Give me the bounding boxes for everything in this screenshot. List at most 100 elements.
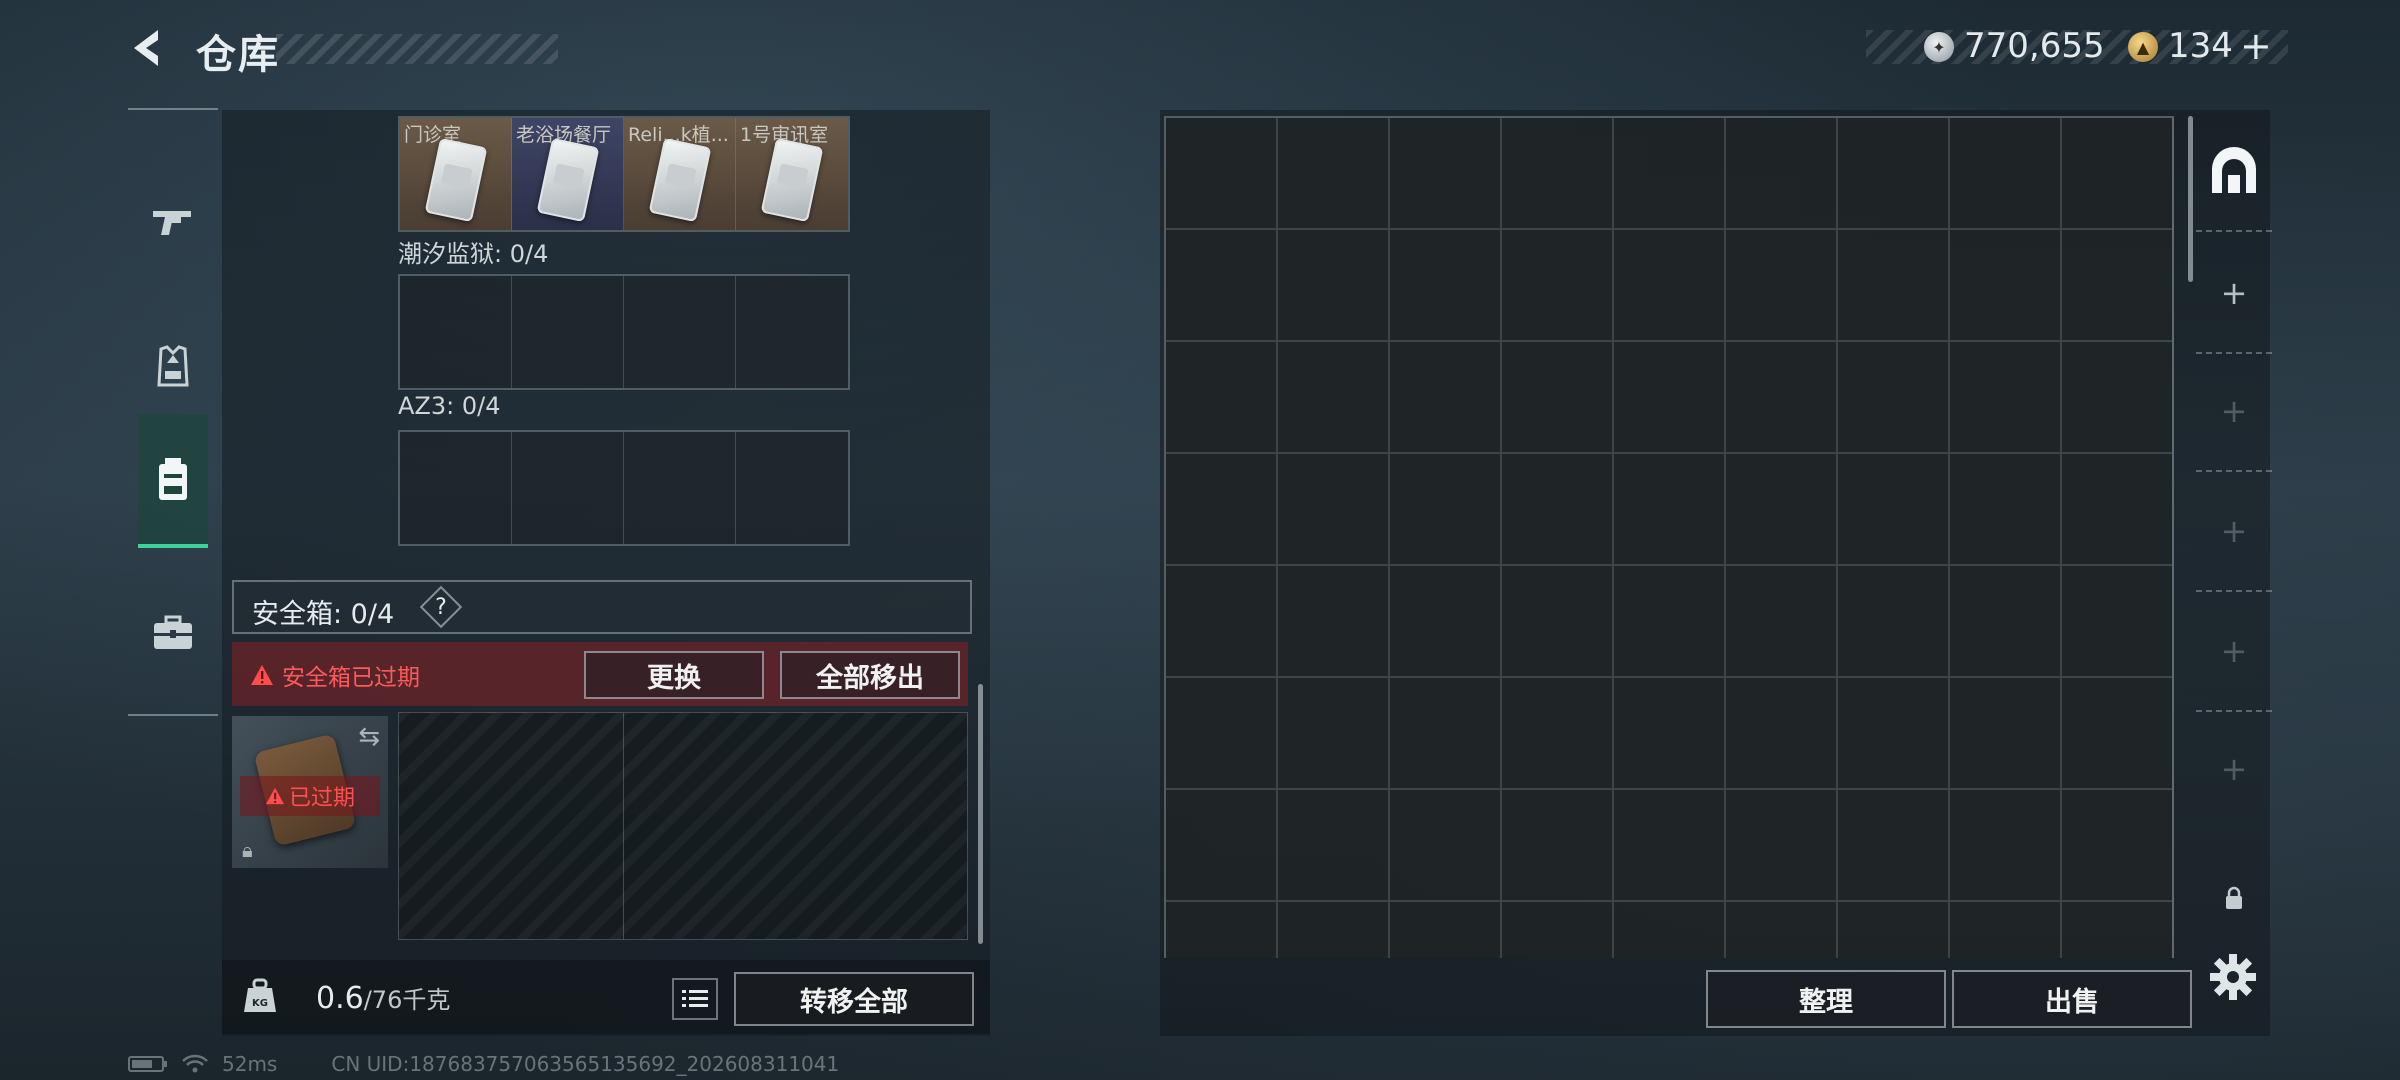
safe-box-slots[interactable] (398, 712, 968, 940)
stash-cell[interactable] (1726, 902, 1838, 958)
stash-tab-add-3[interactable]: + (2196, 472, 2272, 592)
stash-cell[interactable] (2062, 342, 2174, 454)
stash-cell[interactable] (1838, 118, 1950, 230)
list-view-button[interactable] (672, 978, 718, 1020)
empty-slot[interactable] (624, 276, 736, 388)
stash-grid[interactable] (1164, 116, 2174, 958)
stash-cell[interactable] (1390, 790, 1502, 902)
move-all-out-button[interactable]: 全部移出 (780, 651, 960, 699)
stash-cell[interactable] (1726, 454, 1838, 566)
stash-cell[interactable] (1838, 566, 1950, 678)
empty-slot[interactable] (512, 432, 624, 544)
stash-cell[interactable] (1726, 790, 1838, 902)
stash-cell[interactable] (1166, 118, 1278, 230)
stash-cell[interactable] (1278, 566, 1390, 678)
stash-cell[interactable] (1950, 902, 2062, 958)
transfer-all-button[interactable]: 转移全部 (734, 972, 974, 1026)
stash-cell[interactable] (1278, 342, 1390, 454)
stash-cell[interactable] (2062, 902, 2174, 958)
stash-cell[interactable] (1166, 454, 1278, 566)
nav-item-gear[interactable] (138, 302, 208, 432)
key-card-slot-1[interactable]: 门诊室 (400, 118, 512, 230)
stash-cell[interactable] (1950, 678, 2062, 790)
stash-cell[interactable] (1838, 678, 1950, 790)
stash-cell[interactable] (1278, 790, 1390, 902)
stash-cell[interactable] (2062, 566, 2174, 678)
stash-tab-add-1[interactable]: + (2196, 234, 2272, 354)
stash-cell[interactable] (1838, 230, 1950, 342)
nav-item-toolbox[interactable] (138, 568, 208, 698)
help-button[interactable]: ? (426, 592, 456, 622)
stash-cell[interactable] (1166, 902, 1278, 958)
stash-cell[interactable] (1614, 566, 1726, 678)
stash-cell[interactable] (2062, 454, 2174, 566)
stash-cell[interactable] (1726, 678, 1838, 790)
stash-cell[interactable] (1950, 118, 2062, 230)
stash-cell[interactable] (1614, 230, 1726, 342)
stash-cell[interactable] (1166, 790, 1278, 902)
stash-cell[interactable] (1166, 566, 1278, 678)
stash-cell[interactable] (1950, 230, 2062, 342)
stash-cell[interactable] (1950, 790, 2062, 902)
stash-cell[interactable] (1390, 454, 1502, 566)
swap-safe-box-button[interactable]: 更换 (584, 651, 764, 699)
backpack-scrollbar[interactable] (978, 684, 983, 944)
stash-cell[interactable] (1166, 342, 1278, 454)
stash-tab-add-5[interactable]: + (2196, 710, 2272, 828)
stash-cell[interactable] (2062, 118, 2174, 230)
stash-cell[interactable] (1502, 678, 1614, 790)
stash-cell[interactable] (2062, 678, 2174, 790)
stash-cell[interactable] (1502, 342, 1614, 454)
stash-cell[interactable] (1278, 902, 1390, 958)
stash-cell[interactable] (1502, 118, 1614, 230)
stash-tab-main[interactable] (2196, 112, 2272, 232)
stash-cell[interactable] (1614, 454, 1726, 566)
stash-cell[interactable] (1614, 902, 1726, 958)
stash-cell[interactable] (1502, 454, 1614, 566)
stash-cell[interactable] (1390, 902, 1502, 958)
stash-tab-add-4[interactable]: + (2196, 592, 2272, 712)
empty-slot[interactable] (736, 432, 848, 544)
key-card-slot-3[interactable]: Reli...k植... (624, 118, 736, 230)
empty-slot[interactable] (512, 276, 624, 388)
stash-cell[interactable] (1390, 118, 1502, 230)
stash-cell[interactable] (1614, 342, 1726, 454)
stash-cell[interactable] (1838, 902, 1950, 958)
stash-cell[interactable] (1838, 342, 1950, 454)
empty-slot[interactable] (400, 276, 512, 388)
stash-cell[interactable] (2062, 230, 2174, 342)
stash-cell[interactable] (1390, 566, 1502, 678)
settings-button[interactable] (2206, 950, 2260, 1004)
sell-button[interactable]: 出售 (1952, 970, 2192, 1028)
nav-item-weapons[interactable] (138, 156, 208, 286)
empty-slot[interactable] (736, 276, 848, 388)
stash-cell[interactable] (1166, 230, 1278, 342)
stash-cell[interactable] (1950, 454, 2062, 566)
stash-cell[interactable] (1278, 118, 1390, 230)
key-card-slot-2[interactable]: 老浴场餐厅 (512, 118, 624, 230)
key-card-slot-4[interactable]: 1号审讯室 (736, 118, 848, 230)
stash-cell[interactable] (1726, 566, 1838, 678)
empty-slot[interactable] (400, 432, 512, 544)
stash-cell[interactable] (1390, 678, 1502, 790)
stash-cell[interactable] (1950, 342, 2062, 454)
stash-cell[interactable] (1278, 678, 1390, 790)
stash-cell[interactable] (1838, 790, 1950, 902)
stash-cell[interactable] (1390, 230, 1502, 342)
stash-cell[interactable] (1614, 678, 1726, 790)
stash-cell[interactable] (2062, 790, 2174, 902)
stash-scrollbar[interactable] (2188, 116, 2193, 282)
stash-cell[interactable] (1502, 790, 1614, 902)
safe-box-item[interactable]: ⇆ 已过期 🔒︎ (232, 716, 388, 868)
add-currency-button[interactable]: + (2240, 24, 2272, 68)
stash-cell[interactable] (1502, 566, 1614, 678)
stash-cell[interactable] (1726, 342, 1838, 454)
empty-slot[interactable] (624, 432, 736, 544)
swap-arrows-icon[interactable]: ⇆ (358, 722, 380, 752)
stash-cell[interactable] (1278, 454, 1390, 566)
stash-cell[interactable] (1390, 342, 1502, 454)
stash-cell[interactable] (1726, 118, 1838, 230)
stash-cell[interactable] (1950, 566, 2062, 678)
stash-cell[interactable] (1278, 230, 1390, 342)
stash-cell[interactable] (1838, 454, 1950, 566)
